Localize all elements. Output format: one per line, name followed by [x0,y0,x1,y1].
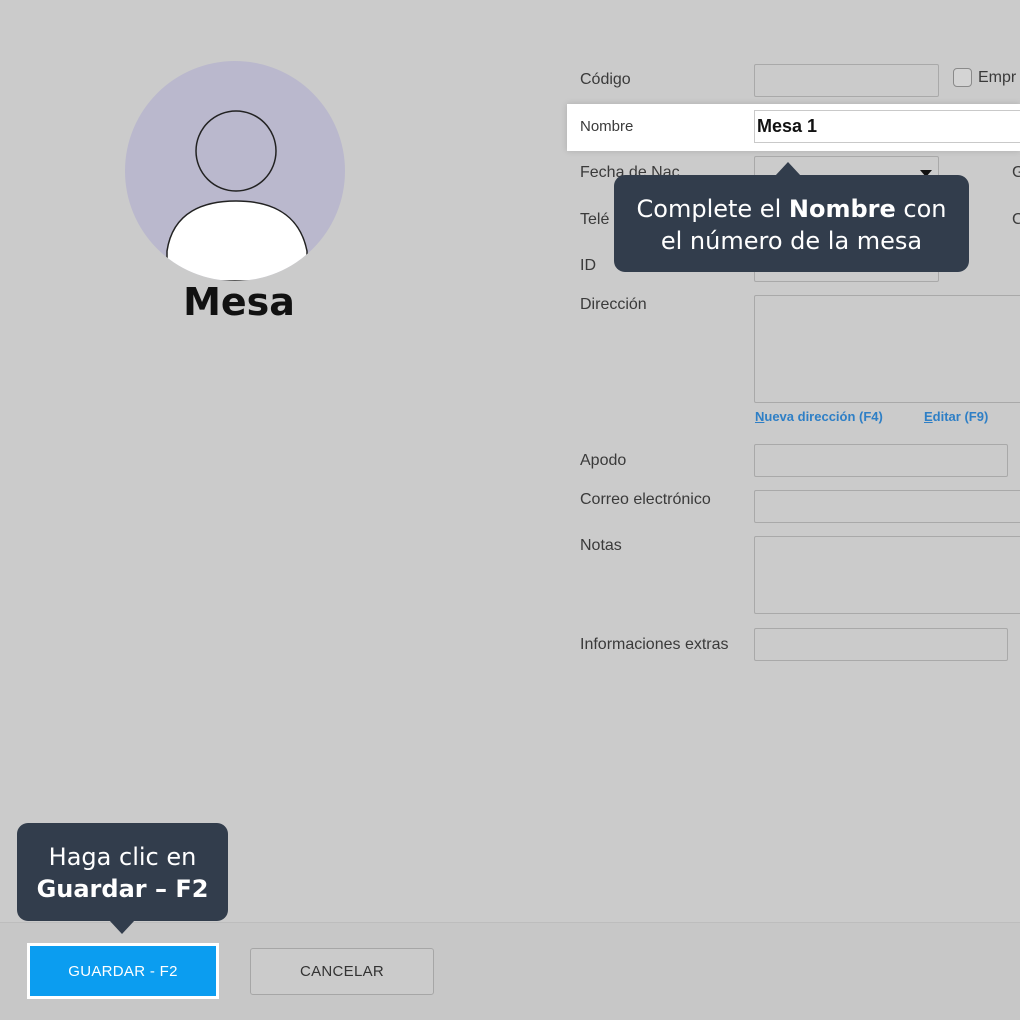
empresa-checkbox[interactable] [953,68,972,87]
nombre-tooltip: Complete el Nombre con el número de la m… [614,175,969,272]
save-button[interactable]: GUARDAR - F2 [30,946,216,996]
codigo-label: Código [580,71,631,88]
nueva-direccion-link-text: ueva dirección (F4) [764,409,883,424]
id-label: ID [580,257,596,274]
nombre-tooltip-post: con [895,195,947,223]
direccion-label: Dirección [580,296,647,313]
nombre-tooltip-bold: Nombre [788,195,896,223]
nombre-tooltip-line1: Complete el Nombre con [614,193,969,225]
nombre-tooltip-line2: el número de la mesa [660,227,923,255]
editar-link-text: ditar (F9) [932,409,989,424]
nombre-label: Nombre [580,118,634,135]
notas-textarea[interactable] [754,536,1020,614]
profile-title: Mesa [183,280,295,324]
nueva-direccion-accesskey: N [755,409,765,424]
avatar [125,61,345,281]
notas-label: Notas [580,537,622,554]
nombre-input[interactable]: Mesa 1 [754,110,1020,143]
guardar-tooltip-bold: Guardar – F2 [36,875,209,903]
editar-link[interactable]: Editar (F9) [924,409,988,424]
save-button-highlight: GUARDAR - F2 [27,943,219,999]
extras-input[interactable] [754,628,1008,661]
guardar-tooltip: Haga clic en Guardar – F2 [17,823,228,921]
telefono-label: Telé [580,211,610,228]
guardar-tooltip-arrow [109,920,135,934]
extras-label: Informaciones extras [580,636,729,653]
empresa-label: Empr [978,69,1017,86]
nombre-tooltip-arrow [775,162,801,176]
apodo-input[interactable] [754,444,1008,477]
correo-label: Correo electrónico [580,491,711,508]
direccion-textarea[interactable] [754,295,1020,403]
codigo-input[interactable] [754,64,939,97]
nueva-direccion-link[interactable]: Nueva dirección (F4) [755,409,883,424]
apodo-label: Apodo [580,452,627,469]
side-label-g: G [1012,164,1020,181]
cancel-button[interactable]: CANCELAR [250,948,434,995]
correo-input[interactable] [754,490,1020,523]
nombre-tooltip-pre: Complete el [636,195,789,223]
user-silhouette-icon [166,110,308,281]
side-label-c: C [1012,211,1020,228]
guardar-tooltip-line1: Haga clic en [48,843,197,871]
editar-accesskey: E [924,409,933,424]
